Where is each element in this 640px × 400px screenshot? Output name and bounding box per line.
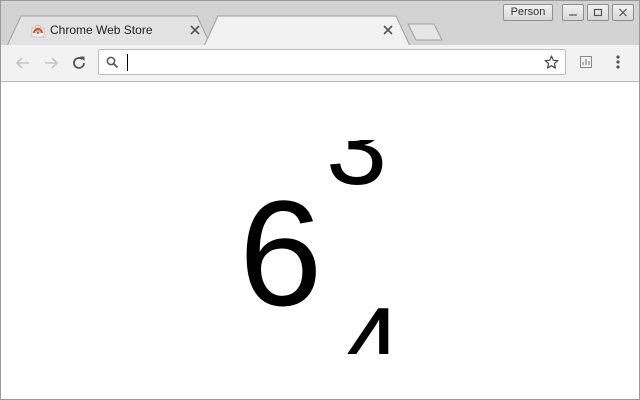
omnibox-input[interactable] (125, 53, 535, 71)
tab-strip: Chrome Web Store Person (1, 1, 639, 47)
extension-icon[interactable] (579, 55, 593, 69)
tab-close-icon[interactable] (382, 24, 394, 36)
captcha-digit: 3 (326, 140, 388, 208)
tab-chrome-web-store[interactable]: Chrome Web Store (7, 15, 213, 47)
maximize-icon (593, 8, 603, 17)
tab-background (204, 15, 411, 47)
minimize-icon (569, 14, 577, 16)
tab-title: Chrome Web Store (50, 23, 153, 37)
minimize-button[interactable] (562, 4, 584, 21)
profile-button[interactable]: Person (503, 4, 553, 21)
captcha-digit: 4 (341, 292, 403, 354)
browser-window: Chrome Web Store Person 6 3 4 (0, 0, 640, 400)
captcha-digit-clip: 4 (341, 292, 411, 354)
back-arrow-icon[interactable] (15, 55, 31, 71)
omnibox[interactable] (98, 49, 566, 75)
forward-arrow-icon[interactable] (43, 55, 59, 71)
search-icon (106, 56, 119, 69)
reload-icon[interactable] (71, 55, 87, 71)
close-icon (619, 8, 627, 17)
tab-active-new[interactable] (204, 15, 412, 47)
new-tab-button[interactable] (407, 23, 443, 41)
menu-dots-icon[interactable] (613, 54, 623, 70)
captcha-digit-clip: 3 (326, 140, 426, 210)
toolbar (1, 45, 639, 82)
close-window-button[interactable] (612, 4, 634, 21)
page-content: 6 3 4 (1, 82, 639, 399)
captcha-digit: 6 (239, 169, 323, 337)
tab-close-icon[interactable] (189, 24, 201, 36)
chrome-web-store-favicon-icon (31, 25, 45, 38)
bookmark-star-icon[interactable] (544, 55, 559, 70)
text-caret (127, 54, 128, 71)
maximize-button[interactable] (587, 4, 609, 21)
